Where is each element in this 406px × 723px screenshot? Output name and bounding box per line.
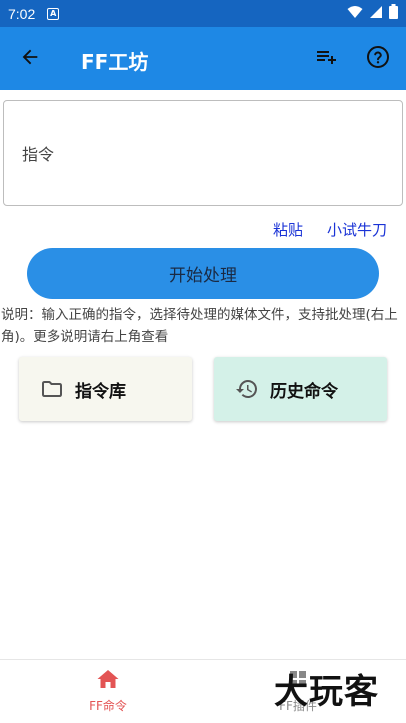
paste-link[interactable]: 粘贴 (273, 219, 303, 240)
command-library-label: 指令库 (75, 381, 126, 402)
help-circle-icon (366, 45, 390, 73)
try-example-link[interactable]: 小试牛刀 (327, 219, 387, 240)
battery-icon (389, 4, 398, 23)
status-time: 7:02 (8, 5, 36, 22)
status-bar: 7:02 A (0, 0, 406, 27)
page-title: FF工坊 (81, 50, 149, 74)
history-commands-card[interactable]: 历史命令 (214, 357, 387, 421)
wifi-icon (347, 4, 363, 23)
signal-icon (369, 4, 383, 23)
command-input-placeholder: 指令 (22, 145, 55, 164)
start-process-button[interactable]: 开始处理 (27, 248, 379, 299)
playlist-add-icon (314, 45, 338, 73)
nav-label-ff-commands: FF命令 (89, 699, 127, 713)
home-icon (96, 668, 120, 694)
notification-icon: A (47, 7, 60, 20)
app-bar: FF工坊 (0, 27, 406, 90)
help-button[interactable] (362, 43, 394, 75)
history-icon (234, 376, 260, 402)
history-commands-label: 历史命令 (270, 381, 338, 402)
command-library-card[interactable]: 指令库 (19, 357, 192, 421)
arrow-left-icon (19, 46, 41, 72)
description-text: 说明：输入正确的指令，选择待处理的媒体文件，支持批处理(右上角)。更多说明请右上… (1, 307, 398, 345)
watermark-logo: 大玩客 (274, 672, 379, 712)
status-icons (347, 4, 398, 23)
folder-icon (39, 376, 65, 402)
back-button[interactable] (14, 43, 46, 75)
batch-process-button[interactable] (310, 43, 342, 75)
command-input[interactable]: 指令 (3, 100, 403, 206)
nav-item-ff-commands[interactable]: FF命令 (48, 668, 168, 714)
